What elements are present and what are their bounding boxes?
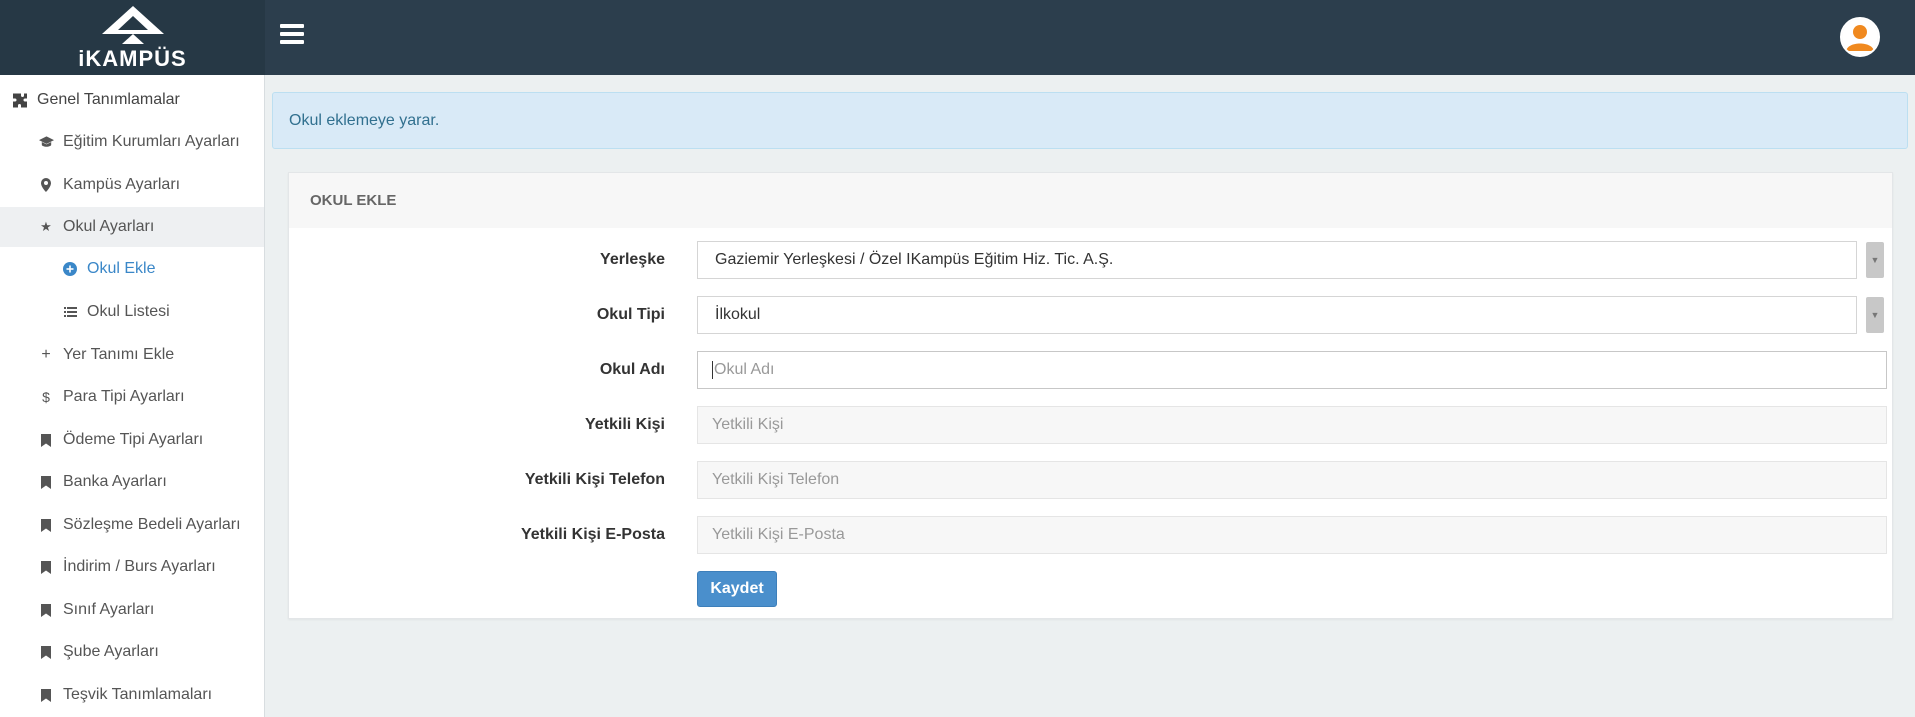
campus-label: Yerleşke (600, 251, 665, 268)
sidebar-item-label: Şube Ayarları (63, 643, 159, 660)
sidebar-item-egitim-kurumlari[interactable]: Eğitim Kurumları Ayarları (0, 122, 264, 162)
panel-title: OKUL EKLE (289, 173, 1892, 228)
list-icon (62, 307, 78, 317)
sidebar-item-para-tipi[interactable]: $ Para Tipi Ayarları (0, 377, 264, 417)
form-row-contact-email: Yetkili Kişi E-Posta Yetkili Kişi E-Post… (289, 516, 1894, 554)
sidebar-item-label: Banka Ayarları (63, 473, 167, 490)
sidebar-item-kampus-ayarlari[interactable]: Kampüs Ayarları (0, 165, 264, 205)
sidebar-item-okul-listesi[interactable]: Okul Listesi (0, 292, 264, 332)
contact-email-input[interactable]: Yetkili Kişi E-Posta (697, 516, 1887, 554)
sidebar-item-label: Genel Tanımlamalar (37, 91, 180, 108)
bookmark-icon (38, 518, 54, 532)
form-row-contact-phone: Yetkili Kişi Telefon Yetkili Kişi Telefo… (289, 461, 1894, 499)
chevron-down-icon[interactable]: ▼ (1866, 297, 1884, 333)
sidebar-item-yer-tanimi-ekle[interactable]: + Yer Tanımı Ekle (0, 335, 264, 375)
info-alert: Okul eklemeye yarar. (272, 92, 1908, 149)
sidebar-item-label: Kampüs Ayarları (63, 176, 181, 193)
campus-select-value: Gaziemir Yerleşkesi / Özel IKampüs Eğiti… (715, 251, 1114, 268)
sidebar-item-banka[interactable]: Banka Ayarları (0, 462, 264, 502)
sidebar-item-label: Sözleşme Bedeli Ayarları (63, 516, 241, 533)
campus-select[interactable]: Gaziemir Yerleşkesi / Özel IKampüs Eğiti… (697, 241, 1857, 279)
avatar-figure-icon (1842, 19, 1878, 55)
sidebar-item-label: Okul Ekle (87, 260, 156, 277)
logo-text: iKAMPÜS (78, 46, 187, 71)
chevron-down-icon[interactable]: ▼ (1866, 242, 1884, 278)
text-caret (712, 361, 713, 379)
map-marker-icon (38, 178, 54, 192)
bookmark-icon (38, 603, 54, 617)
save-button[interactable]: Kaydet (697, 571, 777, 607)
form-row-school-name: Okul Adı Okul Adı (289, 351, 1894, 389)
bookmark-icon (38, 433, 54, 447)
sidebar-item-label: Okul Ayarları (63, 218, 155, 235)
dollar-icon: $ (42, 389, 50, 405)
school-type-select-value: İlkokul (715, 306, 761, 323)
logo-mark-icon (101, 6, 164, 44)
sidebar-item-indirim-burs[interactable]: İndirim / Burs Ayarları (0, 547, 264, 587)
contact-phone-input[interactable]: Yetkili Kişi Telefon (697, 461, 1887, 499)
plus-icon: + (41, 346, 51, 363)
school-name-input[interactable]: Okul Adı (697, 351, 1887, 389)
form-row-school-type: Okul Tipi İlkokul ▼ (289, 296, 1894, 334)
sidebar-item-sinif[interactable]: Sınıf Ayarları (0, 590, 264, 630)
contact-email-label: Yetkili Kişi E-Posta (520, 526, 665, 543)
sidebar-item-sozlesme-bedeli[interactable]: Sözleşme Bedeli Ayarları (0, 505, 264, 545)
logo[interactable]: iKAMPÜS (0, 0, 265, 75)
sidebar: Genel Tanımlamalar Eğitim Kurumları Ayar… (0, 75, 265, 717)
sidebar-item-label: Sınıf Ayarları (63, 601, 155, 618)
sidebar-item-tesvik[interactable]: Teşvik Tanımlamaları (0, 675, 264, 715)
form-row-campus: Yerleşke Gaziemir Yerleşkesi / Özel IKam… (289, 241, 1894, 279)
school-name-label: Okul Adı (599, 361, 665, 378)
sidebar-item-label: Yer Tanımı Ekle (63, 346, 175, 363)
form-row-contact: Yetkili Kişi Yetkili Kişi (289, 406, 1894, 444)
bookmark-icon (38, 645, 54, 659)
bookmark-icon (38, 560, 54, 574)
contact-email-placeholder: Yetkili Kişi E-Posta (712, 526, 845, 543)
alert-text: Okul eklemeye yarar. (289, 111, 440, 129)
user-avatar-icon[interactable] (1840, 17, 1880, 57)
contact-label: Yetkili Kişi (584, 416, 665, 433)
sidebar-item-odeme-tipi[interactable]: Ödeme Tipi Ayarları (0, 420, 264, 460)
puzzle-icon (12, 92, 28, 109)
school-type-label: Okul Tipi (596, 306, 665, 323)
school-type-select[interactable]: İlkokul (697, 296, 1857, 334)
school-name-placeholder: Okul Adı (714, 361, 775, 378)
sidebar-item-label: İndirim / Burs Ayarları (63, 558, 216, 575)
plus-circle-icon (62, 262, 78, 276)
bookmark-icon (38, 475, 54, 489)
add-school-panel: OKUL EKLE Yerleşke Gaziemir Yerleşkesi /… (288, 172, 1893, 619)
sidebar-item-genel-tanimlamalar[interactable]: Genel Tanımlamalar (0, 80, 264, 120)
top-bar: iKAMPÜS (0, 0, 1915, 75)
sidebar-item-sube[interactable]: Şube Ayarları (0, 632, 264, 672)
contact-input[interactable]: Yetkili Kişi (697, 406, 1887, 444)
sidebar-item-label: Eğitim Kurumları Ayarları (63, 133, 240, 150)
hamburger-icon[interactable] (280, 24, 304, 46)
graduation-cap-icon (38, 136, 54, 148)
sidebar-item-label: Para Tipi Ayarları (63, 388, 185, 405)
sidebar-item-okul-ayarlari[interactable]: ★ Okul Ayarları (0, 207, 264, 247)
bookmark-icon (38, 688, 54, 702)
contact-phone-label: Yetkili Kişi Telefon (524, 471, 665, 488)
sidebar-item-label: Teşvik Tanımlamaları (63, 686, 213, 703)
contact-phone-placeholder: Yetkili Kişi Telefon (712, 471, 840, 488)
sidebar-item-label: Ödeme Tipi Ayarları (63, 431, 204, 448)
sidebar-item-okul-ekle[interactable]: Okul Ekle (0, 249, 264, 289)
star-icon: ★ (40, 219, 52, 234)
sidebar-item-label: Okul Listesi (87, 303, 170, 320)
contact-placeholder: Yetkili Kişi (712, 416, 784, 433)
